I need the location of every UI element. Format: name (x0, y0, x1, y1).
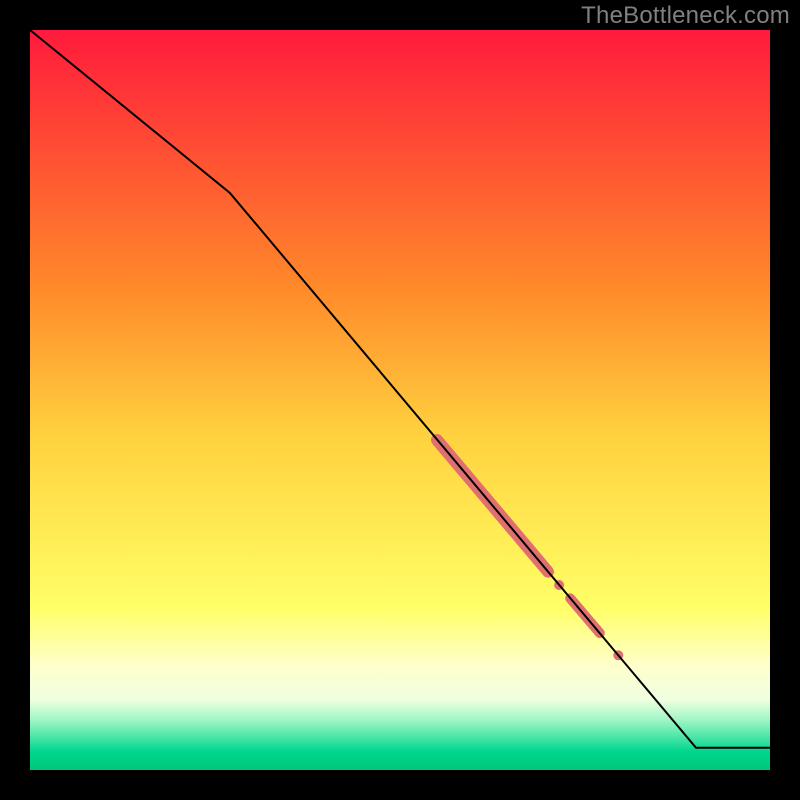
chart-svg (30, 30, 770, 770)
watermark-label: TheBottleneck.com (581, 2, 790, 30)
chart-frame: TheBottleneck.com (0, 0, 800, 800)
plot-area (30, 30, 770, 770)
gradient-background (30, 30, 770, 770)
